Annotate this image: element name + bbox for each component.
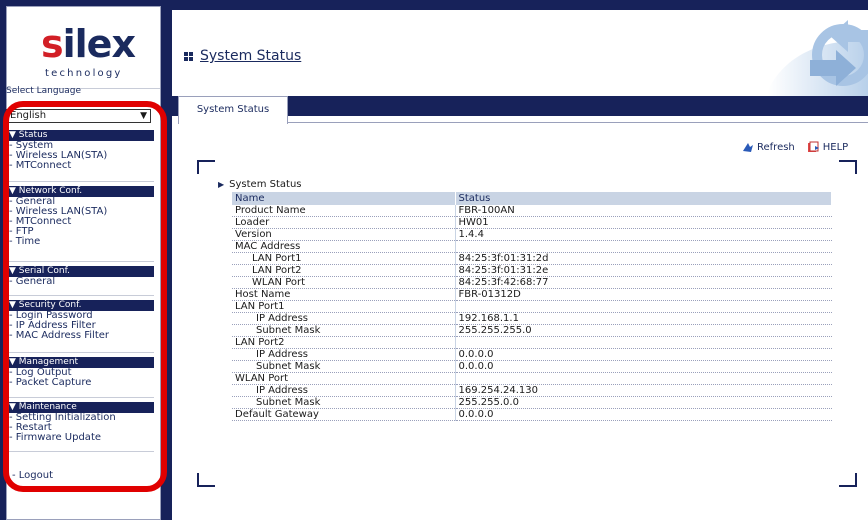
table-row: IP Address 192.168.1.1 (232, 312, 832, 325)
table-row: Subnet Mask 0.0.0.0 (232, 360, 832, 373)
help-icon (807, 141, 819, 152)
page-title: System Status (200, 48, 302, 64)
row-value: 255.255.0.0 (454, 396, 832, 409)
row-value: 192.168.1.1 (454, 312, 832, 325)
table-row: Host Name FBR-01312D (232, 288, 832, 301)
refresh-link[interactable]: Refresh (742, 141, 795, 153)
row-name: LAN Port1 (232, 252, 455, 265)
table-row: WLAN Port 84:25:3f:42:68:77 (232, 276, 832, 289)
frame-corner-tl (197, 160, 215, 174)
table-row: IP Address 0.0.0.0 (232, 348, 832, 361)
frame-corner-br (839, 473, 857, 487)
row-name: LAN Port2 (232, 336, 455, 349)
table-row: Loader HW01 (232, 216, 832, 229)
row-value: FBR-100AN (454, 205, 832, 217)
table-row: LAN Port2 (232, 336, 832, 349)
status-table-header: Name Status (232, 192, 832, 205)
table-row: Product Name FBR-100AN (232, 205, 832, 217)
table-row: LAN Port2 84:25:3f:01:31:2e (232, 264, 832, 277)
row-value: 0.0.0.0 (454, 348, 832, 361)
row-name: IP Address (232, 384, 455, 397)
row-value: 255.255.255.0 (454, 324, 832, 337)
row-value (454, 240, 832, 253)
frame-corner-tr (839, 160, 857, 174)
refresh-label: Refresh (757, 141, 795, 153)
row-value: 84:25:3f:01:31:2e (454, 264, 832, 277)
top-links: Refresh HELP (742, 141, 856, 153)
row-value (454, 336, 832, 349)
row-value (454, 372, 832, 385)
column-header-status: Status (455, 192, 832, 205)
row-name: MAC Address (232, 240, 455, 253)
row-value: HW01 (454, 216, 832, 229)
row-name: WLAN Port (232, 372, 455, 385)
table-row: IP Address 169.254.24.130 (232, 384, 832, 397)
header-decoration (768, 20, 868, 96)
section-title: ▶ System Status (218, 179, 302, 190)
help-link[interactable]: HELP (807, 141, 848, 153)
frame-corner-bl (197, 473, 215, 487)
help-label: HELP (822, 141, 849, 153)
table-row: LAN Port1 84:25:3f:01:31:2d (232, 252, 832, 265)
row-name: Subnet Mask (232, 396, 455, 409)
silex-logo: silex (41, 22, 136, 66)
top-bar (168, 0, 868, 10)
row-name: Loader (232, 216, 455, 229)
row-value: 169.254.24.130 (454, 384, 832, 397)
row-name: WLAN Port (232, 276, 455, 289)
table-row: WLAN Port (232, 372, 832, 385)
column-header-name: Name (232, 192, 456, 205)
row-value: 0.0.0.0 (454, 360, 832, 373)
tab-baseline (288, 122, 868, 123)
row-name: LAN Port2 (232, 264, 455, 277)
logo-subtitle: technology (45, 68, 123, 79)
row-value: 84:25:3f:42:68:77 (454, 276, 832, 289)
language-label: Select Language (6, 86, 82, 96)
title-grid-icon (184, 52, 193, 61)
table-row: LAN Port1 (232, 300, 832, 313)
row-name: Default Gateway (232, 408, 455, 421)
row-name: Product Name (232, 205, 455, 217)
section-title-text: System Status (229, 179, 302, 190)
row-name: Host Name (232, 288, 455, 301)
row-name: LAN Port1 (232, 300, 455, 313)
highlight-annotation (3, 101, 167, 492)
row-value: FBR-01312D (454, 288, 832, 301)
status-table: Name Status Product Name FBR-100AN Loader H… (232, 192, 832, 421)
row-value: 0.0.0.0 (454, 408, 832, 421)
table-row: Version 1.4.4 (232, 228, 832, 241)
row-name: Subnet Mask (232, 360, 455, 373)
row-name: IP Address (232, 312, 455, 325)
tab-system-status[interactable]: System Status (178, 96, 288, 124)
table-row: MAC Address (232, 240, 832, 253)
row-value: 84:25:3f:01:31:2d (454, 252, 832, 265)
refresh-icon (743, 143, 753, 152)
row-name: Version (232, 228, 455, 241)
section-arrow-icon: ▶ (218, 180, 225, 189)
row-name: Subnet Mask (232, 324, 455, 337)
logo-area: silex technology (7, 7, 160, 89)
table-row: Subnet Mask 255.255.255.0 (232, 324, 832, 337)
table-row: Subnet Mask 255.255.0.0 (232, 396, 832, 409)
row-value (454, 300, 832, 313)
row-value: 1.4.4 (454, 228, 832, 241)
row-name: IP Address (232, 348, 455, 361)
table-row: Default Gateway 0.0.0.0 (232, 408, 832, 421)
